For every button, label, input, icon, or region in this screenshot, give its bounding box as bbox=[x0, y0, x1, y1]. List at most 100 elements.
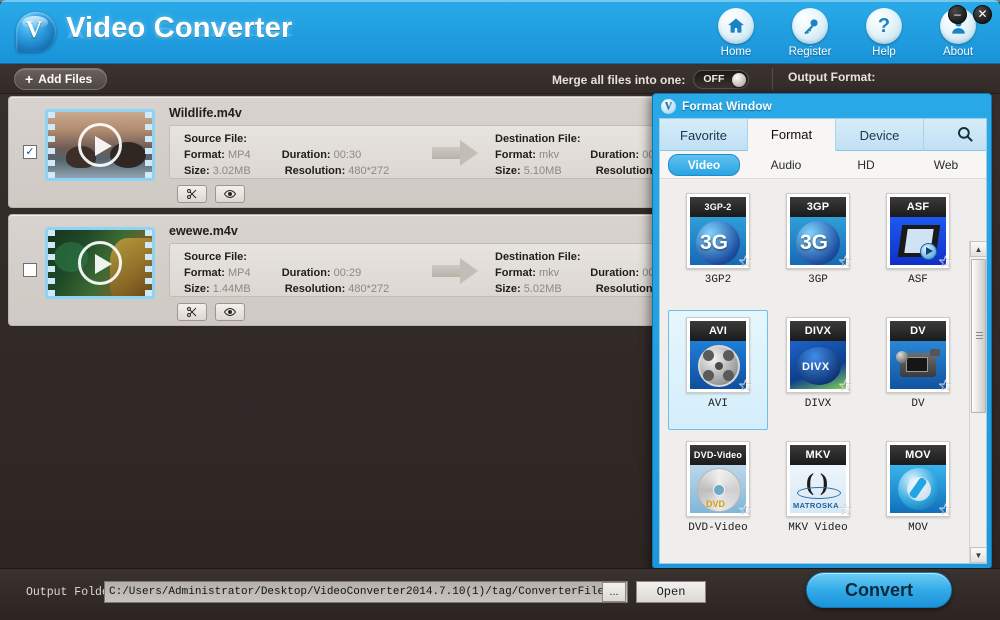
format-item-mov[interactable]: MOV ☆ MOV bbox=[868, 434, 968, 554]
tab-format[interactable]: Format bbox=[748, 119, 836, 151]
destination-size-key: Size: bbox=[495, 283, 521, 295]
file-thumbnail[interactable] bbox=[45, 227, 155, 299]
format-item-label: 3GP2 bbox=[704, 274, 732, 286]
nav-label-help: Help bbox=[872, 46, 896, 58]
format-item-3gp2[interactable]: 3GP-2 3G ☆ 3GP2 bbox=[668, 186, 768, 306]
source-heading: Source File: bbox=[184, 251, 247, 263]
output-path-field[interactable]: C:/Users/Administrator/Desktop/VideoConv… bbox=[104, 581, 628, 603]
open-folder-button[interactable]: Open bbox=[636, 581, 706, 603]
format-item-dvd-video[interactable]: DVD-Video DVD ☆ DVD-Video bbox=[668, 434, 768, 554]
favorite-star-icon[interactable]: ☆ bbox=[938, 500, 953, 520]
conversion-arrow-icon bbox=[432, 140, 484, 166]
nav-icon-group: Home Register ? Help About bbox=[708, 8, 986, 58]
subtab-web[interactable]: Web bbox=[906, 158, 986, 172]
subtab-audio[interactable]: Audio bbox=[746, 158, 826, 172]
favorite-star-icon[interactable]: ☆ bbox=[838, 500, 853, 520]
format-item-asf[interactable]: ASF ☆ ASF bbox=[868, 186, 968, 306]
format-item-divx[interactable]: DIVX DIVX ☆ DIVX bbox=[768, 310, 868, 430]
play-icon bbox=[78, 241, 122, 285]
scrollbar-thumb[interactable] bbox=[971, 259, 986, 413]
eye-icon[interactable] bbox=[215, 185, 245, 203]
file-thumbnail[interactable] bbox=[45, 109, 155, 181]
search-icon[interactable] bbox=[956, 125, 974, 143]
film-perforation-right bbox=[145, 230, 152, 296]
format-item-mkv[interactable]: MKV ( ) MATROSKA ☆ MKV Video bbox=[768, 434, 868, 554]
favorite-star-icon[interactable]: ☆ bbox=[838, 376, 853, 396]
format-grid-scrollbar[interactable]: ▲ ▼ bbox=[969, 241, 986, 563]
output-format-label: Output Format: bbox=[788, 70, 876, 84]
file-name: ewewe.m4v bbox=[169, 224, 238, 238]
minimize-button[interactable]: – bbox=[948, 5, 967, 24]
favorite-star-icon[interactable]: ☆ bbox=[738, 376, 753, 396]
file-name: Wildlife.m4v bbox=[169, 106, 242, 120]
format-item-label: DV bbox=[911, 398, 925, 410]
merge-label: Merge all files into one: bbox=[552, 72, 686, 87]
source-file-block: Source File: Format: MP4 Duration: 00:30… bbox=[184, 131, 389, 179]
app-title: Video Converter bbox=[66, 12, 293, 44]
source-size-key: Size: bbox=[184, 165, 210, 177]
destination-format-key: Format: bbox=[495, 149, 536, 161]
format-window-titlebar: V Format Window bbox=[653, 94, 991, 118]
favorite-star-icon[interactable]: ☆ bbox=[838, 252, 853, 272]
toggle-knob bbox=[732, 72, 747, 87]
source-format-key: Format: bbox=[184, 149, 225, 161]
source-heading: Source File: bbox=[184, 133, 247, 145]
file-action-buttons bbox=[177, 185, 245, 203]
scroll-down-button[interactable]: ▼ bbox=[970, 547, 986, 563]
source-size-value: 1.44MB bbox=[212, 283, 251, 295]
source-duration-value: 00:30 bbox=[333, 149, 362, 161]
tab-favorite[interactable]: Favorite bbox=[660, 119, 748, 151]
merge-toggle[interactable]: OFF bbox=[693, 70, 750, 89]
source-format-value: MP4 bbox=[228, 267, 251, 279]
format-item-partial[interactable] bbox=[868, 558, 968, 563]
subtab-video[interactable]: Video bbox=[668, 153, 740, 176]
format-cap-label: DVD-Video bbox=[690, 445, 746, 465]
browse-button[interactable]: ... bbox=[602, 582, 626, 602]
add-files-button[interactable]: + Add Files bbox=[14, 68, 108, 90]
film-perforation-left bbox=[48, 112, 55, 178]
file-checkbox[interactable]: ✓ bbox=[23, 145, 37, 159]
format-cap-label: MKV bbox=[790, 445, 846, 465]
scroll-up-button[interactable]: ▲ bbox=[970, 241, 986, 257]
title-bar: V Video Converter Video Converter Home R… bbox=[0, 0, 1000, 64]
format-item-partial[interactable] bbox=[668, 558, 768, 563]
source-resolution-key: Resolution: bbox=[284, 283, 346, 295]
format-item-label: DVD-Video bbox=[688, 522, 748, 534]
eye-icon[interactable] bbox=[215, 303, 245, 321]
source-size-key: Size: bbox=[184, 283, 210, 295]
format-item-label: 3GP bbox=[808, 274, 828, 286]
nav-item-register[interactable]: Register bbox=[782, 8, 838, 58]
destination-format-value: mkv bbox=[539, 267, 560, 279]
subtab-hd[interactable]: HD bbox=[826, 158, 906, 172]
favorite-star-icon[interactable]: ☆ bbox=[738, 252, 753, 272]
convert-button[interactable]: Convert bbox=[806, 572, 952, 608]
format-item-label: AVI bbox=[708, 398, 728, 410]
scissors-icon[interactable] bbox=[177, 303, 207, 321]
close-button[interactable]: ✕ bbox=[973, 5, 992, 24]
format-item-label: MOV bbox=[908, 522, 928, 534]
favorite-star-icon[interactable]: ☆ bbox=[738, 500, 753, 520]
destination-file-block: Destination File: Format: mkv Duration: … bbox=[495, 131, 665, 179]
format-thumbnail: ASF ☆ bbox=[886, 193, 953, 272]
format-item-dv[interactable]: DV ☆ DV bbox=[868, 310, 968, 430]
format-item-partial[interactable] bbox=[768, 558, 868, 563]
tab-device[interactable]: Device bbox=[836, 119, 924, 151]
merge-toggle-state: OFF bbox=[703, 73, 725, 85]
destination-heading: Destination File: bbox=[495, 133, 581, 145]
format-cap-label: ASF bbox=[890, 197, 946, 217]
scissors-icon[interactable] bbox=[177, 185, 207, 203]
window-controls: – ✕ bbox=[948, 5, 992, 24]
favorite-star-icon[interactable]: ☆ bbox=[938, 252, 953, 272]
source-format-value: MP4 bbox=[228, 149, 251, 161]
format-item-3gp[interactable]: 3GP 3G ☆ 3GP bbox=[768, 186, 868, 306]
format-thumbnail: DIVX DIVX ☆ bbox=[786, 317, 853, 396]
format-item-avi[interactable]: AVI ☆ AVI bbox=[668, 310, 768, 430]
nav-item-home[interactable]: Home bbox=[708, 8, 764, 58]
format-thumbnail: DVD-Video DVD ☆ bbox=[686, 441, 753, 520]
favorite-star-icon[interactable]: ☆ bbox=[938, 376, 953, 396]
app-logo: V bbox=[14, 10, 58, 54]
format-window-title: Format Window bbox=[682, 99, 772, 113]
file-checkbox[interactable] bbox=[23, 263, 37, 277]
format-thumbnail: AVI ☆ bbox=[686, 317, 753, 396]
nav-item-help[interactable]: ? Help bbox=[856, 8, 912, 58]
